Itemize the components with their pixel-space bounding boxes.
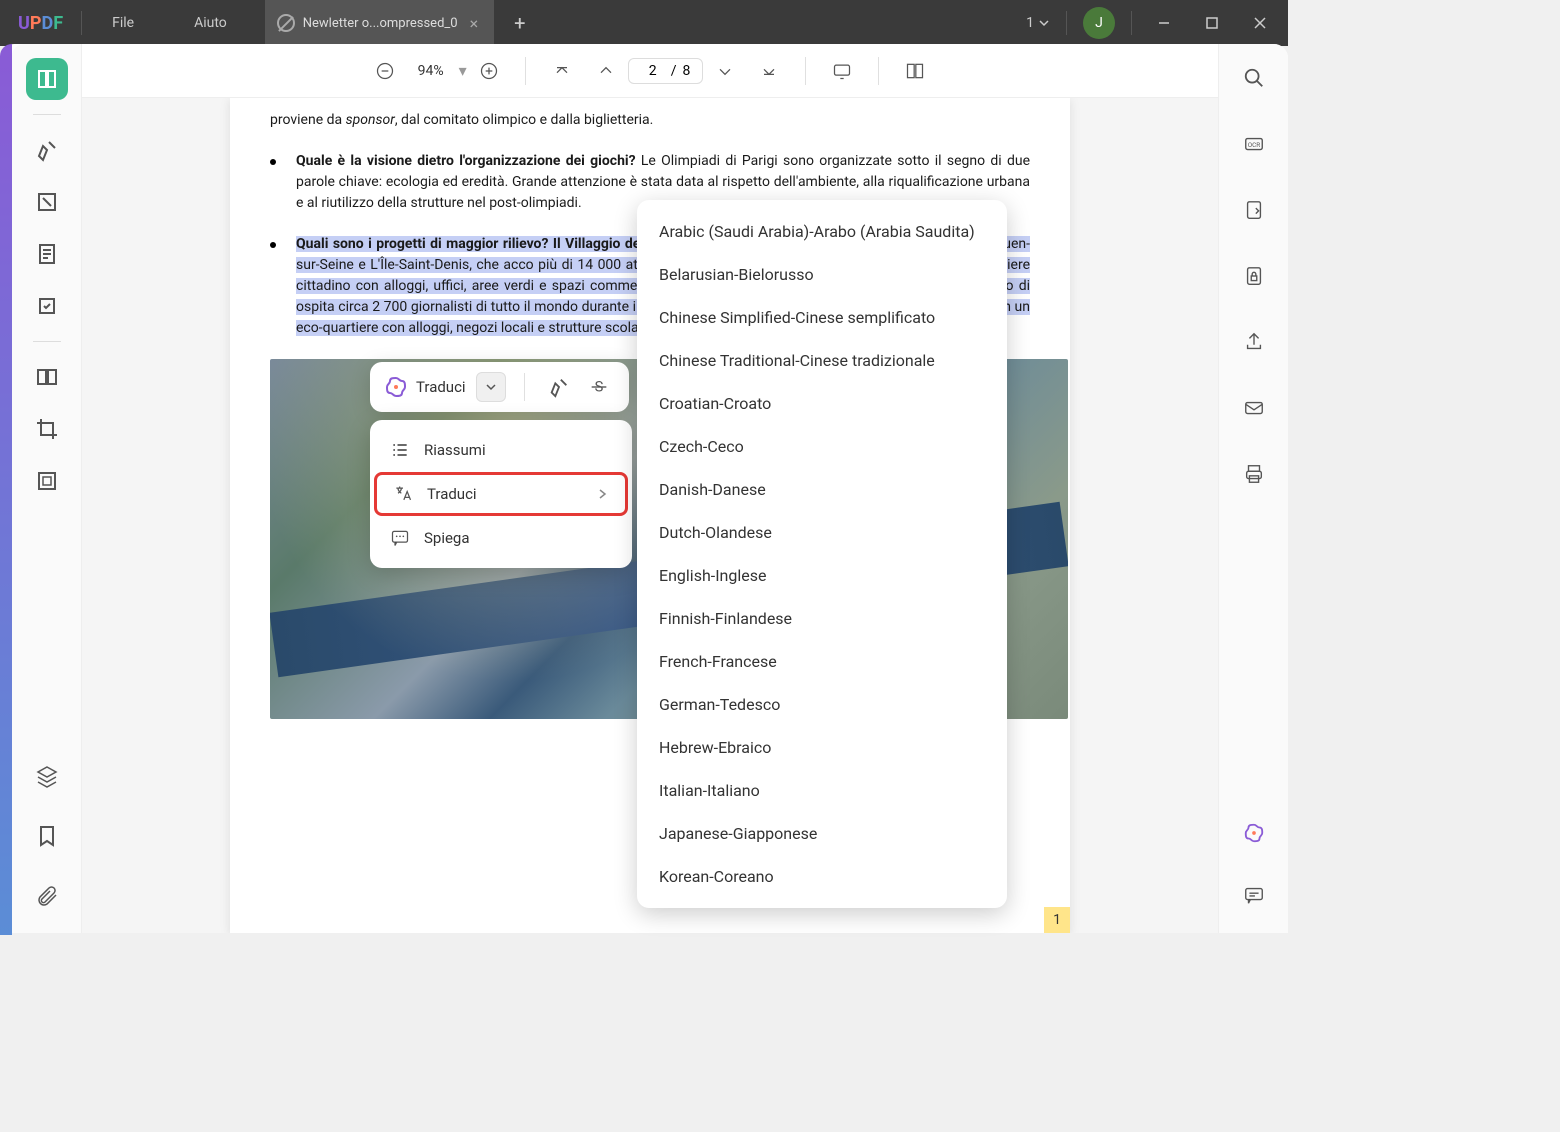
lang-item[interactable]: Finnish-Finlandese xyxy=(637,597,1007,640)
toolbar: 94% ▾ / 8 xyxy=(82,44,1218,98)
presentation-button[interactable] xyxy=(820,49,864,93)
watermark-tool[interactable] xyxy=(26,460,68,502)
search-icon[interactable] xyxy=(1234,58,1274,98)
lang-item[interactable]: German-Tedesco xyxy=(637,683,1007,726)
close-button[interactable] xyxy=(1244,7,1276,39)
crop-tool[interactable] xyxy=(26,408,68,450)
lang-item[interactable]: Italian-Italiano xyxy=(637,769,1007,812)
chevron-down-icon xyxy=(1038,17,1050,29)
right-sidebar: OCR xyxy=(1218,44,1288,933)
list-icon xyxy=(390,440,410,460)
ai-translate-bar: Traduci S xyxy=(370,362,629,412)
minimize-button[interactable] xyxy=(1148,7,1180,39)
reader-tool[interactable] xyxy=(26,58,68,100)
prev-page-button[interactable] xyxy=(584,49,628,93)
chevron-right-icon xyxy=(595,487,609,501)
chat-icon xyxy=(390,528,410,548)
lang-item[interactable]: Dutch-Olandese xyxy=(637,511,1007,554)
bookmark-icon[interactable] xyxy=(26,815,68,857)
summarize-item[interactable]: Riassumi xyxy=(374,428,628,472)
lang-item[interactable]: Belarusian-Bielorusso xyxy=(637,253,1007,296)
lang-item[interactable]: Arabic (Saudi Arabia)-Arabo (Arabia Saud… xyxy=(637,210,1007,253)
convert-icon[interactable] xyxy=(1234,190,1274,230)
lang-item[interactable]: Chinese Traditional-Cinese tradizionale xyxy=(637,339,1007,382)
form-tool[interactable] xyxy=(26,285,68,327)
first-page-button[interactable] xyxy=(540,49,584,93)
page-input[interactable]: / 8 xyxy=(628,58,704,84)
edit-tool[interactable] xyxy=(26,181,68,223)
lang-item[interactable]: Hebrew-Ebraico xyxy=(637,726,1007,769)
page-current-field[interactable] xyxy=(641,63,665,79)
share-icon[interactable] xyxy=(1234,322,1274,362)
language-submenu: Arabic (Saudi Arabia)-Arabo (Arabia Saud… xyxy=(637,200,1007,908)
add-tab-button[interactable]: + xyxy=(494,11,545,35)
email-icon[interactable] xyxy=(1234,388,1274,428)
last-page-button[interactable] xyxy=(747,49,791,93)
app-logo: UPDF xyxy=(0,13,81,34)
strikethrough-mini-icon[interactable]: S xyxy=(583,371,615,403)
attachment-icon[interactable] xyxy=(26,875,68,917)
tab-count[interactable]: 1 xyxy=(1026,15,1050,31)
lang-item[interactable]: Japanese-Giapponese xyxy=(637,812,1007,855)
ocr-icon[interactable]: OCR xyxy=(1234,124,1274,164)
highlight-tool[interactable] xyxy=(26,129,68,171)
page-total: 8 xyxy=(682,63,690,79)
ai-assistant-icon[interactable] xyxy=(1234,813,1274,853)
avatar[interactable]: J xyxy=(1083,7,1115,39)
zoom-dropdown-icon[interactable]: ▾ xyxy=(459,61,467,80)
lang-item[interactable]: Danish-Danese xyxy=(637,468,1007,511)
left-sidebar xyxy=(12,44,82,933)
lang-item[interactable]: French-Francese xyxy=(637,640,1007,683)
lang-item[interactable]: English-Inglese xyxy=(637,554,1007,597)
ai-context-menu: Riassumi Traduci Spiega xyxy=(370,420,632,568)
explain-item[interactable]: Spiega xyxy=(374,516,628,560)
pages-tool[interactable] xyxy=(26,233,68,275)
titlebar: UPDF File Aiuto Newletter o...ompressed_… xyxy=(0,0,1288,46)
lang-item[interactable]: Czech-Ceco xyxy=(637,425,1007,468)
lang-item[interactable]: Korean-Coreano xyxy=(637,855,1007,898)
document-tab[interactable]: Newletter o...ompressed_0 × xyxy=(265,0,494,46)
lang-item[interactable]: Croatian-Croato xyxy=(637,382,1007,425)
translate-icon xyxy=(393,484,413,504)
organize-tool[interactable] xyxy=(26,356,68,398)
translate-dropdown-button[interactable] xyxy=(476,372,506,402)
lang-item[interactable]: Chinese Simplified-Cinese semplificato xyxy=(637,296,1007,339)
print-icon[interactable] xyxy=(1234,454,1274,494)
zoom-out-button[interactable] xyxy=(363,49,407,93)
ai-logo-icon xyxy=(384,375,408,399)
svg-text:OCR: OCR xyxy=(1247,141,1260,149)
next-page-button[interactable] xyxy=(703,49,747,93)
tab-title: Newletter o...ompressed_0 xyxy=(303,16,458,31)
close-icon[interactable]: × xyxy=(466,14,483,33)
translate-label[interactable]: Traduci xyxy=(416,378,466,396)
protect-icon[interactable] xyxy=(1234,256,1274,296)
maximize-button[interactable] xyxy=(1196,7,1228,39)
page-marker: 1 xyxy=(1044,907,1070,933)
tab-doc-icon xyxy=(277,14,295,32)
page-view-button[interactable] xyxy=(893,49,937,93)
highlight-mini-icon[interactable] xyxy=(543,371,575,403)
layers-icon[interactable] xyxy=(26,755,68,797)
translate-item[interactable]: Traduci xyxy=(374,472,628,516)
menu-file[interactable]: File xyxy=(82,15,164,31)
menu-help[interactable]: Aiuto xyxy=(164,15,257,31)
zoom-in-button[interactable] xyxy=(467,49,511,93)
comment-icon[interactable] xyxy=(1234,875,1274,915)
zoom-percent: 94% xyxy=(407,63,455,79)
